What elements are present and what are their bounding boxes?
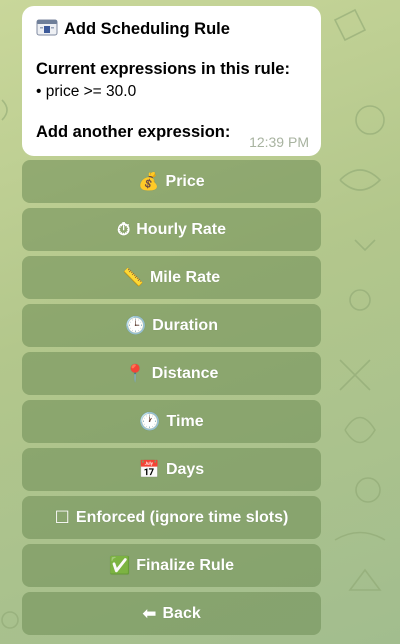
- finalize-rule-button[interactable]: ✅ Finalize Rule: [22, 544, 321, 587]
- stopwatch-icon: ⏱: [116, 219, 131, 240]
- button-label: Time: [166, 412, 204, 430]
- expressions-heading: Current expressions in this rule:: [36, 60, 290, 78]
- days-button[interactable]: 📅 Days: [22, 448, 321, 491]
- price-button[interactable]: 💰 Price: [22, 160, 321, 203]
- button-label: Duration: [152, 316, 218, 334]
- expression-item: • price >= 30.0: [36, 83, 137, 100]
- time-button[interactable]: 🕐 Time: [22, 400, 321, 443]
- checkbox-icon: ☐: [54, 507, 70, 528]
- button-label: Back: [162, 604, 201, 622]
- distance-button[interactable]: 📍 Distance: [22, 352, 321, 395]
- button-label: Hourly Rate: [136, 220, 227, 238]
- calendar-card-icon: [36, 18, 58, 41]
- button-label: Price: [165, 172, 205, 190]
- message-title-text: Add Scheduling Rule: [64, 19, 230, 38]
- mile-rate-button[interactable]: 📏 Mile Rate: [22, 256, 321, 299]
- money-bag-icon: 💰: [138, 171, 160, 192]
- clock-icon: 🕒: [125, 315, 147, 336]
- calendar-icon: 📅: [138, 459, 160, 480]
- bot-message-bubble: Add Scheduling Rule Current expressions …: [22, 6, 321, 156]
- inline-keyboard: 💰 Price ⏱ Hourly Rate 📏 Mile Rate 🕒 Dura…: [22, 160, 321, 640]
- button-label: Days: [165, 460, 205, 478]
- ruler-icon: 📏: [122, 267, 144, 288]
- button-label: Finalize Rule: [136, 556, 234, 574]
- pin-icon: 📍: [124, 363, 146, 384]
- button-label: Enforced (ignore time slots): [75, 508, 289, 526]
- message-title: Add Scheduling Rule: [36, 18, 307, 40]
- back-arrow-icon: ⬅: [142, 603, 157, 624]
- button-label: Distance: [151, 364, 219, 382]
- message-timestamp: 12:39 PM: [249, 134, 309, 150]
- clock-icon: 🕐: [139, 411, 161, 432]
- duration-button[interactable]: 🕒 Duration: [22, 304, 321, 347]
- check-mark-icon: ✅: [109, 555, 131, 576]
- button-label: Mile Rate: [149, 268, 221, 286]
- back-button[interactable]: ⬅ Back: [22, 592, 321, 635]
- hourly-rate-button[interactable]: ⏱ Hourly Rate: [22, 208, 321, 251]
- enforced-toggle-button[interactable]: ☐ Enforced (ignore time slots): [22, 496, 321, 539]
